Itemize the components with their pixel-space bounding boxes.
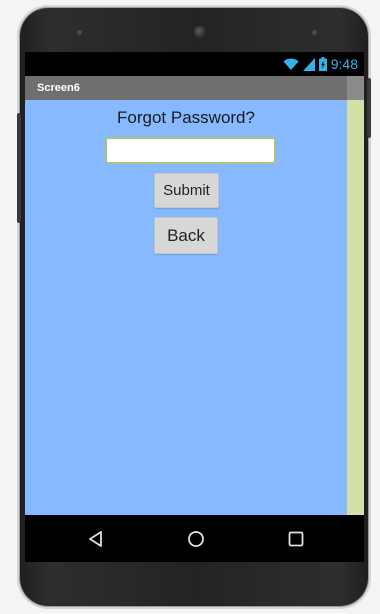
page-title: Forgot Password?	[117, 108, 255, 127]
sensor-dot-right	[312, 30, 317, 35]
screen-content: Forgot Password? Submit Back	[25, 100, 347, 515]
back-button[interactable]: Back	[154, 217, 218, 254]
recents-square-icon[interactable]	[286, 529, 306, 549]
signal-icon	[302, 58, 315, 71]
power-button	[367, 78, 371, 138]
nav-bar	[25, 515, 364, 562]
battery-icon	[318, 57, 327, 71]
camera-icon	[194, 26, 206, 38]
title-bar: Screen6	[25, 76, 364, 100]
back-triangle-icon[interactable]	[86, 529, 106, 549]
scrollbar[interactable]	[347, 100, 364, 515]
email-input[interactable]	[105, 137, 276, 164]
title-bar-scroll-tab	[347, 76, 364, 100]
status-icons: 9:48	[283, 56, 358, 72]
status-time: 9:48	[330, 56, 358, 72]
volume-button	[17, 113, 21, 223]
page: 9:48 Screen6 Forgot Password? Submit Bac…	[0, 0, 380, 614]
screen-title: Screen6	[37, 82, 80, 94]
home-circle-icon[interactable]	[186, 529, 206, 549]
sensor-dot	[77, 30, 82, 35]
status-bar: 9:48	[25, 52, 364, 76]
submit-button[interactable]: Submit	[154, 173, 219, 208]
wifi-icon	[283, 58, 299, 70]
